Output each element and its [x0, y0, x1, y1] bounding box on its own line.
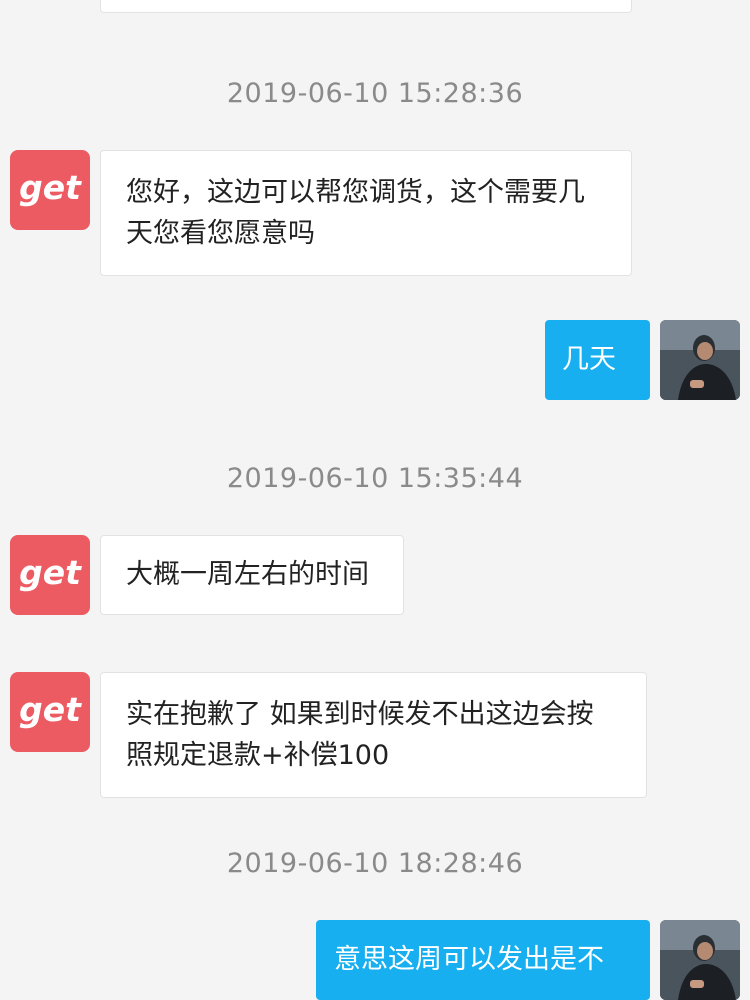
outgoing-message-bubble[interactable]: 几天 [545, 320, 650, 400]
message-line: 照规定退款+补偿100 [126, 740, 390, 771]
message-text: 大概一周左右的时间 [126, 559, 369, 590]
message-text: 意思这周可以发出是不 [334, 944, 604, 975]
previous-message-bubble[interactable] [100, 0, 632, 13]
message-text: 几天 [562, 344, 616, 375]
bot-avatar[interactable]: get [10, 672, 90, 752]
user-photo-avatar [660, 920, 740, 1000]
svg-text:get: get [19, 170, 82, 207]
get-logo-icon: get [19, 692, 82, 729]
message-line: 您好，这边可以帮您调货，这个需要几 [126, 177, 585, 208]
get-logo-icon: get [19, 170, 82, 207]
user-avatar[interactable] [660, 920, 740, 1000]
incoming-message-bubble[interactable]: 大概一周左右的时间 [100, 535, 404, 615]
timestamp: 2019-06-10 15:35:44 [226, 463, 524, 494]
chat-thread: 2019-06-10 15:28:36 get 您好，这边可以帮您调货，这个需要… [0, 0, 750, 1000]
user-photo-avatar [660, 320, 740, 400]
svg-text:get: get [19, 692, 82, 729]
incoming-message-bubble[interactable]: 您好，这边可以帮您调货，这个需要几 天您看您愿意吗 [100, 150, 632, 276]
bot-avatar[interactable]: get [10, 150, 90, 230]
message-line: 实在抱歉了 如果到时候发不出这边会按 [126, 699, 594, 730]
user-avatar[interactable] [660, 320, 740, 400]
outgoing-message-bubble[interactable]: 意思这周可以发出是不 [316, 920, 650, 1000]
message-line: 天您看您愿意吗 [126, 218, 315, 249]
timestamp: 2019-06-10 18:28:46 [226, 848, 524, 879]
svg-text:get: get [19, 555, 82, 592]
get-logo-icon: get [19, 555, 82, 592]
bot-avatar[interactable]: get [10, 535, 90, 615]
incoming-message-bubble[interactable]: 实在抱歉了 如果到时候发不出这边会按 照规定退款+补偿100 [100, 672, 647, 798]
timestamp: 2019-06-10 15:28:36 [226, 78, 524, 109]
